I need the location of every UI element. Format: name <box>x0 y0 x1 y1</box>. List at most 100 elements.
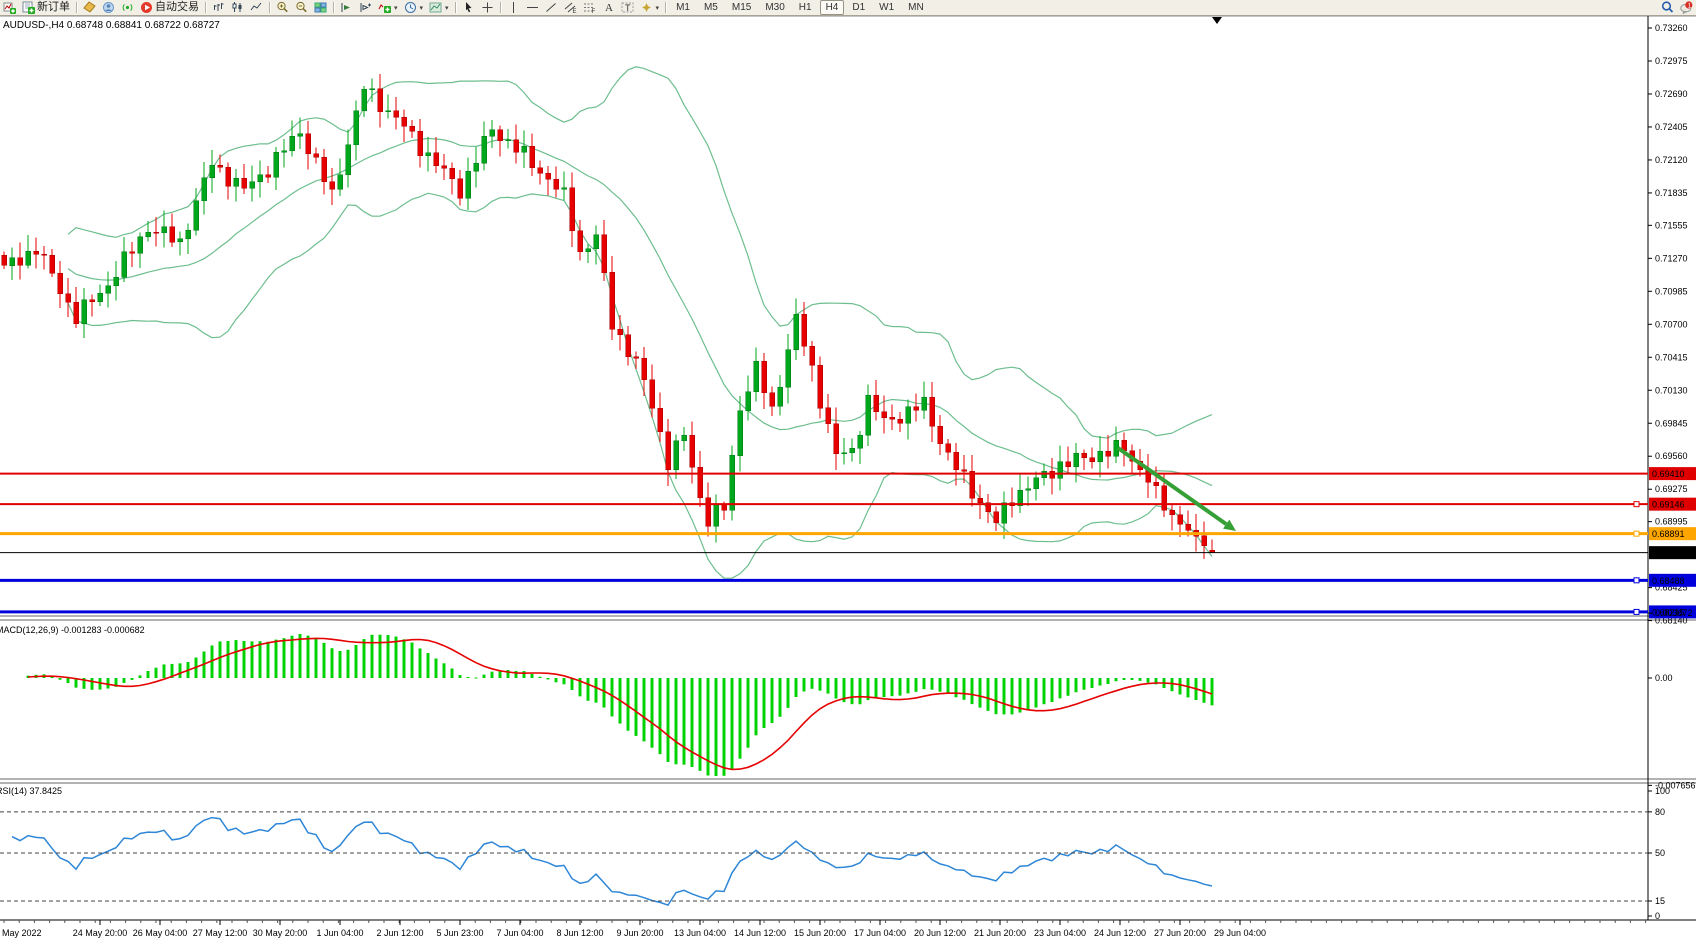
candle <box>42 246 47 270</box>
candle <box>1210 540 1215 554</box>
zoom-out-button[interactable] <box>292 0 311 15</box>
auto-scroll-button[interactable] <box>337 0 356 15</box>
candle <box>930 382 935 442</box>
templates-button[interactable]: ▾ <box>426 0 452 15</box>
chart-shift-button[interactable] <box>356 0 375 15</box>
fibonacci-tool-button[interactable]: F <box>580 0 599 15</box>
rsi-axis-label: 50 <box>1655 848 1665 858</box>
svg-text:E: E <box>572 9 576 14</box>
tile-windows-button[interactable] <box>311 0 330 15</box>
candle <box>426 137 431 172</box>
candle <box>994 506 999 530</box>
resistance-line-2-handle[interactable] <box>1634 502 1639 507</box>
timeframe-button-m5[interactable]: M5 <box>698 0 724 15</box>
chevron-down-icon: ▾ <box>394 4 398 12</box>
chart-canvas[interactable]: 0.732600.729750.726900.724050.721200.718… <box>0 0 1696 942</box>
autotrade-button[interactable]: 自动交易 <box>137 0 202 15</box>
macd-histogram-bar <box>459 675 462 678</box>
vline-tool-button[interactable] <box>504 0 523 15</box>
timeframe-button-h1[interactable]: H1 <box>793 0 818 15</box>
macd-histogram-bar <box>859 678 862 704</box>
timeframe-button-d1[interactable]: D1 <box>846 0 871 15</box>
bollinger-middle-line <box>68 138 1212 485</box>
timeframe-button-h4[interactable]: H4 <box>820 0 845 15</box>
toolbar-separator <box>455 2 456 13</box>
macd-histogram-bar <box>363 639 366 678</box>
trend-arrow[interactable] <box>1118 448 1236 531</box>
macd-histogram-bar <box>1003 678 1006 714</box>
zoom-in-icon <box>276 1 289 14</box>
candlestick-mode-button[interactable] <box>228 0 247 15</box>
price-tag-label: 0.68727 <box>1652 548 1685 558</box>
search-button[interactable] <box>1658 0 1677 15</box>
macd-histogram-bar <box>611 678 614 716</box>
trendline-tool-button[interactable] <box>542 0 561 15</box>
macd-histogram-bar <box>291 636 294 678</box>
fibo-icon: F <box>583 1 596 14</box>
profile-button[interactable] <box>99 0 118 15</box>
tile-windows-icon <box>314 1 327 14</box>
candle <box>266 166 271 183</box>
signals-button[interactable] <box>118 0 137 15</box>
history-center-button[interactable] <box>80 0 99 15</box>
macd-histogram-bar <box>1067 678 1070 696</box>
candle <box>978 484 983 519</box>
candle <box>602 220 607 281</box>
macd-histogram-bar <box>395 637 398 678</box>
macd-histogram-bar <box>411 643 414 678</box>
candle <box>322 149 327 194</box>
periods-button[interactable]: ▾ <box>401 0 427 15</box>
candle <box>626 326 631 366</box>
text-tool-button[interactable]: A <box>599 0 618 15</box>
level-lines: 0.694100.691460.688910.687270.684880.682… <box>0 467 1696 618</box>
macd-histogram-bar <box>675 678 678 764</box>
timeframe-button-m1[interactable]: M1 <box>670 0 696 15</box>
price-axis-label: 0.70700 <box>1655 319 1688 329</box>
macd-histogram-bar <box>635 678 638 736</box>
macd-histogram-bar <box>283 638 286 678</box>
candle <box>554 166 559 197</box>
macd-histogram-bar <box>995 678 998 714</box>
indicators-button[interactable]: ▾ <box>375 0 401 15</box>
vline-icon <box>507 1 520 14</box>
gold-note-icon <box>83 1 96 14</box>
macd-histogram-bar <box>1147 678 1150 683</box>
new-chart-button[interactable] <box>0 0 19 15</box>
notifications-button[interactable]: 1 <box>1677 0 1696 15</box>
chart-shift-marker[interactable] <box>1212 17 1222 24</box>
channel-tool-button[interactable]: E <box>561 0 580 15</box>
price-axis-label: 0.72405 <box>1655 122 1688 132</box>
candle <box>162 211 167 248</box>
price-axis-label: 0.72120 <box>1655 155 1688 165</box>
zoom-in-button[interactable] <box>273 0 292 15</box>
timeframe-button-m30[interactable]: M30 <box>759 0 790 15</box>
candle <box>474 147 479 188</box>
timeframe-button-mn[interactable]: MN <box>902 0 930 15</box>
line-chart-mode-button[interactable] <box>247 0 266 15</box>
macd-histogram-bar <box>571 678 574 690</box>
support-line-1-handle[interactable] <box>1634 578 1639 583</box>
macd-histogram-bar <box>819 678 822 691</box>
macd-histogram-bar <box>891 678 894 696</box>
timeframe-button-w1[interactable]: W1 <box>873 0 900 15</box>
pivot-line-handle[interactable] <box>1634 531 1639 536</box>
hline-tool-button[interactable] <box>523 0 542 15</box>
macd-histogram-bar <box>1139 678 1142 681</box>
macd-histogram-bar <box>1179 678 1182 694</box>
candle <box>706 483 711 537</box>
macd-histogram-bar <box>963 678 966 700</box>
timeframe-button-m15[interactable]: M15 <box>726 0 757 15</box>
macd-histogram-bar <box>771 678 774 723</box>
support-line-2-handle[interactable] <box>1634 609 1639 614</box>
crosshair-tool-button[interactable] <box>478 0 497 15</box>
arrows-tool-button[interactable]: ▾ <box>637 0 663 15</box>
macd-histogram-bar <box>931 678 934 690</box>
bar-chart-icon <box>212 1 225 14</box>
macd-histogram-bar <box>691 678 694 767</box>
bar-chart-mode-button[interactable] <box>209 0 228 15</box>
label-tool-button[interactable]: T <box>618 0 637 15</box>
cursor-tool-button[interactable] <box>459 0 478 15</box>
chevron-down-icon: ▾ <box>420 4 424 12</box>
new-order-button[interactable]: 新订单 <box>19 0 73 15</box>
candle <box>114 261 119 300</box>
